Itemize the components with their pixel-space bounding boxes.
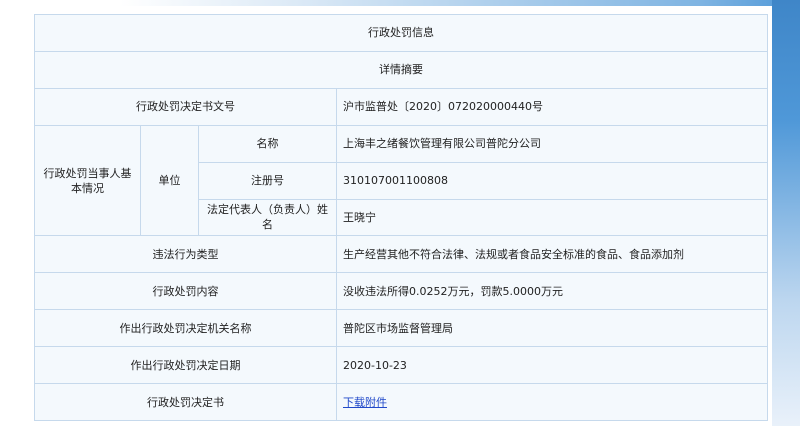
- table-row: 行政处罚当事人基本情况 单位 名称 上海丰之绪餐饮管理有限公司普陀分公司: [34, 124, 768, 237]
- table-row: 违法行为类型 生产经营其他不符合法律、法规或者食品安全标准的食品、食品添加剂: [34, 235, 768, 274]
- title-row: 行政处罚信息: [34, 14, 768, 52]
- table-row: 作出行政处罚决定日期 2020-10-23: [34, 346, 768, 385]
- table-row: 作出行政处罚决定机关名称 普陀区市场监督管理局: [34, 309, 768, 348]
- table-title: 行政处罚信息: [34, 14, 768, 52]
- legal-rep-label: 法定代表人（负责人）姓名: [198, 198, 337, 237]
- table-row: 行政处罚内容 没收违法所得0.0252万元，罚款5.0000万元: [34, 272, 768, 311]
- subtitle-row: 详情摘要: [34, 50, 768, 89]
- authority-label: 作出行政处罚决定机关名称: [34, 309, 337, 348]
- penalty-content-value: 没收违法所得0.0252万元，罚款5.0000万元: [336, 272, 768, 311]
- penalty-content-label: 行政处罚内容: [34, 272, 337, 311]
- name-value: 上海丰之绪餐饮管理有限公司普陀分公司: [336, 124, 768, 163]
- decision-no-value: 沪市监普处〔2020〕072020000440号: [336, 87, 768, 126]
- party-label: 行政处罚当事人基本情况: [34, 124, 141, 237]
- top-banner-stripe: [0, 0, 800, 6]
- table-subtitle: 详情摘要: [34, 50, 768, 89]
- violation-type-label: 违法行为类型: [34, 235, 337, 274]
- right-side-panel: [772, 0, 800, 426]
- decision-date-label: 作出行政处罚决定日期: [34, 346, 337, 385]
- decision-date-value: 2020-10-23: [336, 346, 768, 385]
- decision-doc-cell: 下载附件: [336, 383, 768, 421]
- table-row: 行政处罚决定书文号 沪市监普处〔2020〕072020000440号: [34, 87, 768, 126]
- legal-rep-value: 王晓宁: [336, 198, 768, 237]
- unit-label: 单位: [140, 124, 199, 237]
- download-attachment-link[interactable]: 下载附件: [343, 396, 387, 409]
- table-row: 行政处罚决定书 下载附件: [34, 383, 768, 421]
- reg-no-value: 310107001100808: [336, 161, 768, 200]
- decision-no-label: 行政处罚决定书文号: [34, 87, 337, 126]
- authority-value: 普陀区市场监督管理局: [336, 309, 768, 348]
- violation-type-value: 生产经营其他不符合法律、法规或者食品安全标准的食品、食品添加剂: [336, 235, 768, 274]
- decision-doc-label: 行政处罚决定书: [34, 383, 337, 421]
- name-label: 名称: [198, 124, 337, 163]
- reg-no-label: 注册号: [198, 161, 337, 200]
- penalty-info-table: 行政处罚信息 详情摘要 行政处罚决定书文号 沪市监普处〔2020〕0720200…: [34, 14, 768, 421]
